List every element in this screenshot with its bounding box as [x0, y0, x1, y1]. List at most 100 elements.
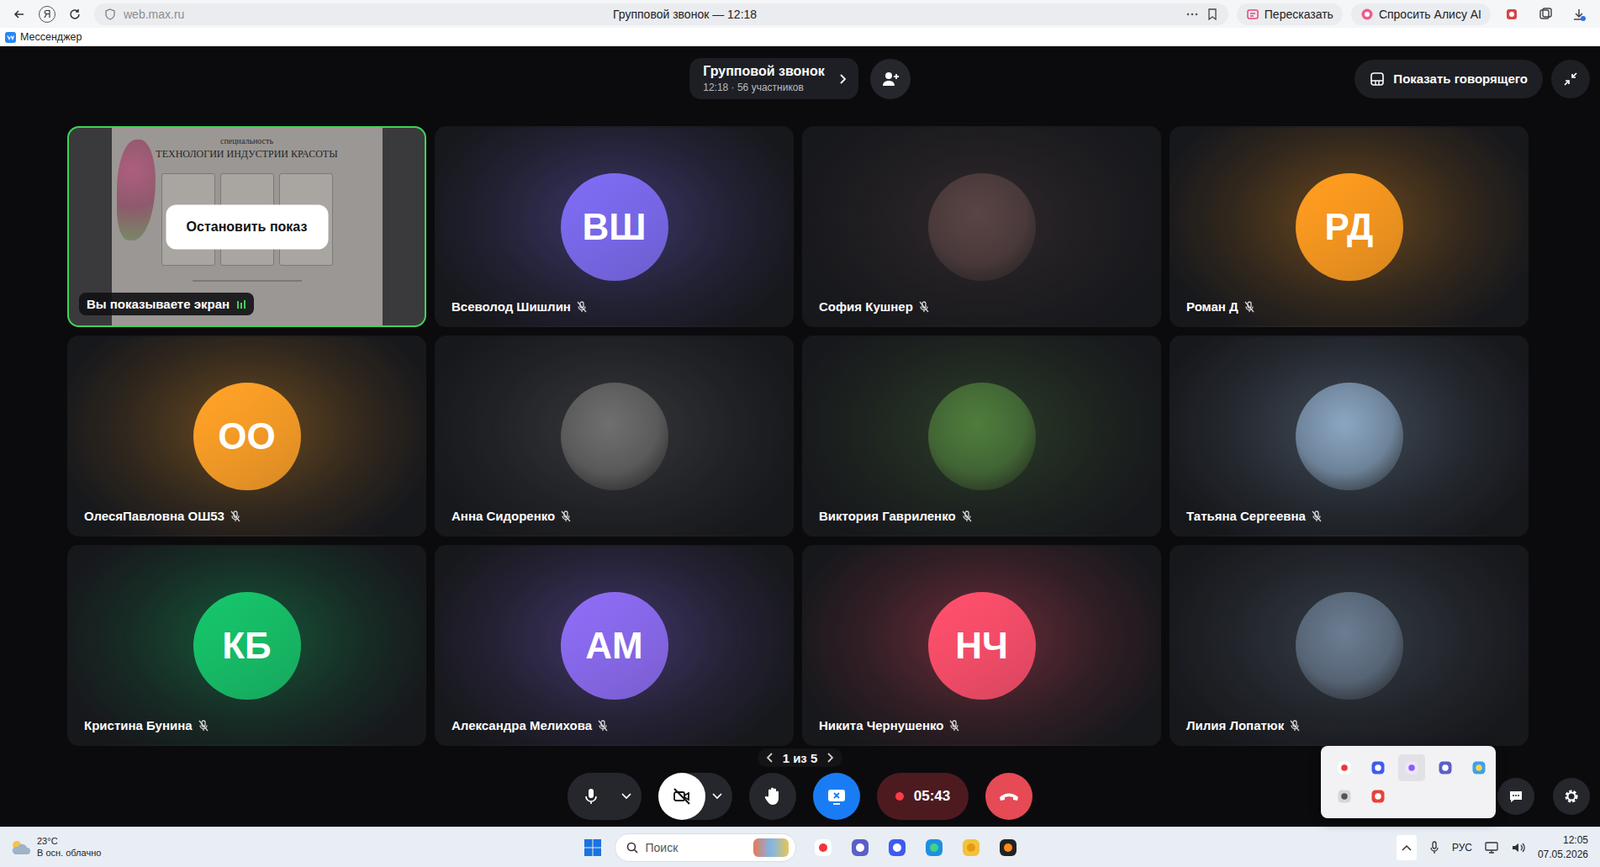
participant-name: София Кушнер	[818, 299, 914, 314]
browser-logo-icon[interactable]: Я	[38, 5, 56, 23]
browser-action-button[interactable]: Спросить Алису AI	[1351, 3, 1491, 26]
participant-tile[interactable]: Татьяна Сергеевна	[1169, 335, 1529, 537]
call-info-button[interactable]: Групповой звонок12:18 · 56 участников	[689, 58, 859, 100]
tray-item[interactable]	[1398, 754, 1426, 782]
avatar-initials: НЧ	[928, 591, 1036, 700]
search-icon	[625, 840, 639, 855]
microphone-icon[interactable]	[1428, 840, 1441, 855]
stop-share-button[interactable]: Остановить показ	[165, 204, 328, 249]
record-dot-icon	[895, 792, 904, 801]
clock-date: 07.05.2026	[1537, 847, 1589, 861]
avatar-initials: ОО	[193, 382, 301, 491]
tray-item[interactable]	[1364, 782, 1392, 810]
slide-caption: специальность	[220, 136, 274, 146]
chat-button[interactable]	[1497, 777, 1535, 815]
layout-icon	[1369, 71, 1385, 87]
taskbar-app[interactable]	[880, 830, 914, 865]
more-dots-icon[interactable]	[1185, 7, 1199, 22]
taskbar-app[interactable]	[917, 830, 951, 865]
participant-tile[interactable]: ВШВсеволод Шишлин	[434, 126, 794, 328]
browser-toolbar: Яweb.max.ruГрупповой звонок — 12:18 Перес…	[0, 0, 1600, 28]
volume-icon[interactable]	[1510, 840, 1527, 855]
participant-tile[interactable]: специальностьТЕХНОЛОГИИ ИНДУСТРИИ КРАСОТ…	[67, 126, 427, 328]
share-screen-button[interactable]	[813, 772, 861, 820]
tray-item[interactable]	[1431, 754, 1459, 782]
extension-icon[interactable]	[1504, 6, 1520, 22]
back-button[interactable]	[8, 3, 31, 26]
tray-item[interactable]	[1364, 754, 1392, 782]
show-hidden-icons-button[interactable]	[1396, 834, 1417, 861]
chevron-right-icon	[838, 73, 847, 85]
collapse-icon	[1562, 70, 1579, 88]
raise-hand-button[interactable]	[749, 772, 797, 820]
tray-item[interactable]	[1330, 754, 1358, 782]
back-arrow-icon	[12, 7, 27, 22]
add-user-icon	[881, 69, 900, 89]
browser-action-button[interactable]: Пересказать	[1236, 3, 1343, 26]
tray-item[interactable]	[1330, 782, 1358, 810]
camera-icon	[887, 837, 908, 858]
chevron-right-icon[interactable]	[825, 751, 835, 764]
mic-control[interactable]	[567, 772, 642, 820]
participant-tile[interactable]: КБКристина Бунина	[67, 544, 427, 746]
participant-tile[interactable]: София Кушнер	[802, 126, 1162, 328]
participant-name: ОлесяПавловна ОШ53	[84, 508, 225, 523]
app-icon	[1471, 760, 1487, 776]
participant-tile[interactable]: Анна Сидоренко	[434, 335, 794, 537]
participant-tile[interactable]: Лилия Лопатюк	[1169, 544, 1529, 746]
bookmark-item[interactable]: Мессенджер	[5, 31, 82, 43]
taskbar-app[interactable]	[991, 830, 1025, 865]
taskbar-app[interactable]	[954, 830, 988, 865]
collapse-button[interactable]	[1551, 59, 1590, 99]
taskbar-app[interactable]	[806, 830, 840, 865]
show-speaker-button[interactable]: Показать говорящего	[1354, 59, 1543, 99]
chevron-left-icon[interactable]	[765, 751, 775, 764]
call-header: Групповой звонок12:18 · 56 участников Пок…	[0, 58, 1600, 100]
recording-timer[interactable]: 05:43	[876, 772, 969, 820]
camera-control[interactable]	[658, 772, 733, 820]
participant-name: Кристина Бунина	[84, 718, 193, 733]
camera-off-icon	[671, 786, 692, 807]
chevron-down-icon[interactable]	[712, 792, 723, 800]
collections-icon[interactable]	[1537, 6, 1553, 22]
taskbar-app[interactable]	[843, 830, 877, 865]
participant-tile[interactable]: Виктория Гавриленко	[802, 335, 1162, 537]
clock[interactable]: 12:0507.05.2026	[1537, 833, 1592, 861]
participant-name: Александра Мелихова	[451, 718, 592, 733]
settings-button[interactable]	[1552, 777, 1590, 815]
start-button[interactable]	[575, 830, 610, 865]
downloads-icon[interactable]	[1571, 6, 1587, 22]
call-subtitle: 12:18 · 56 участников	[702, 81, 804, 94]
mic-off-icon	[961, 510, 972, 523]
weather-widget[interactable]: 23°CВ осн. облачно	[8, 835, 576, 860]
address-bar[interactable]: web.max.ruГрупповой звонок — 12:18	[94, 3, 1229, 26]
bookmark-icon[interactable]	[1206, 7, 1219, 22]
language-indicator[interactable]: РУС	[1452, 841, 1473, 854]
mic-off-icon	[1311, 510, 1322, 523]
mic-off-icon	[576, 300, 587, 313]
weather-description: В осн. облачно	[36, 847, 101, 860]
tray-item[interactable]	[1465, 754, 1493, 782]
participant-tile[interactable]: АМАлександра Мелихова	[434, 544, 794, 746]
taskbar-search[interactable]: Поиск	[614, 833, 797, 862]
share-status-label: Вы показываете экран	[79, 292, 254, 316]
screen-share-icon	[826, 786, 847, 806]
participant-tile[interactable]: ОО ОлесяПавловна ОШ53	[67, 335, 427, 537]
participant-name: Анна Сидоренко	[451, 508, 555, 523]
tray-overflow-popup	[1320, 745, 1496, 819]
yandex-icon	[1336, 760, 1352, 776]
reload-button[interactable]	[63, 3, 86, 26]
avatar-initials: РД	[1295, 173, 1404, 281]
network-icon[interactable]	[1483, 840, 1500, 855]
avatar-initials: ВШ	[560, 173, 669, 281]
alice-icon	[1360, 7, 1374, 22]
add-participant-button[interactable]	[870, 58, 911, 100]
call-area: Групповой звонок12:18 · 56 участников Пок…	[0, 46, 1600, 827]
timer-text: 05:43	[913, 787, 951, 805]
url-text: web.max.ru	[123, 7, 185, 22]
participant-tile[interactable]: РДРоман Д	[1169, 126, 1529, 328]
hang-up-button[interactable]	[985, 772, 1033, 820]
chevron-down-icon[interactable]	[621, 792, 632, 800]
participant-tile[interactable]: НЧНикита Чернушенко	[802, 544, 1162, 746]
participant-name: Татьяна Сергеевна	[1186, 508, 1306, 523]
